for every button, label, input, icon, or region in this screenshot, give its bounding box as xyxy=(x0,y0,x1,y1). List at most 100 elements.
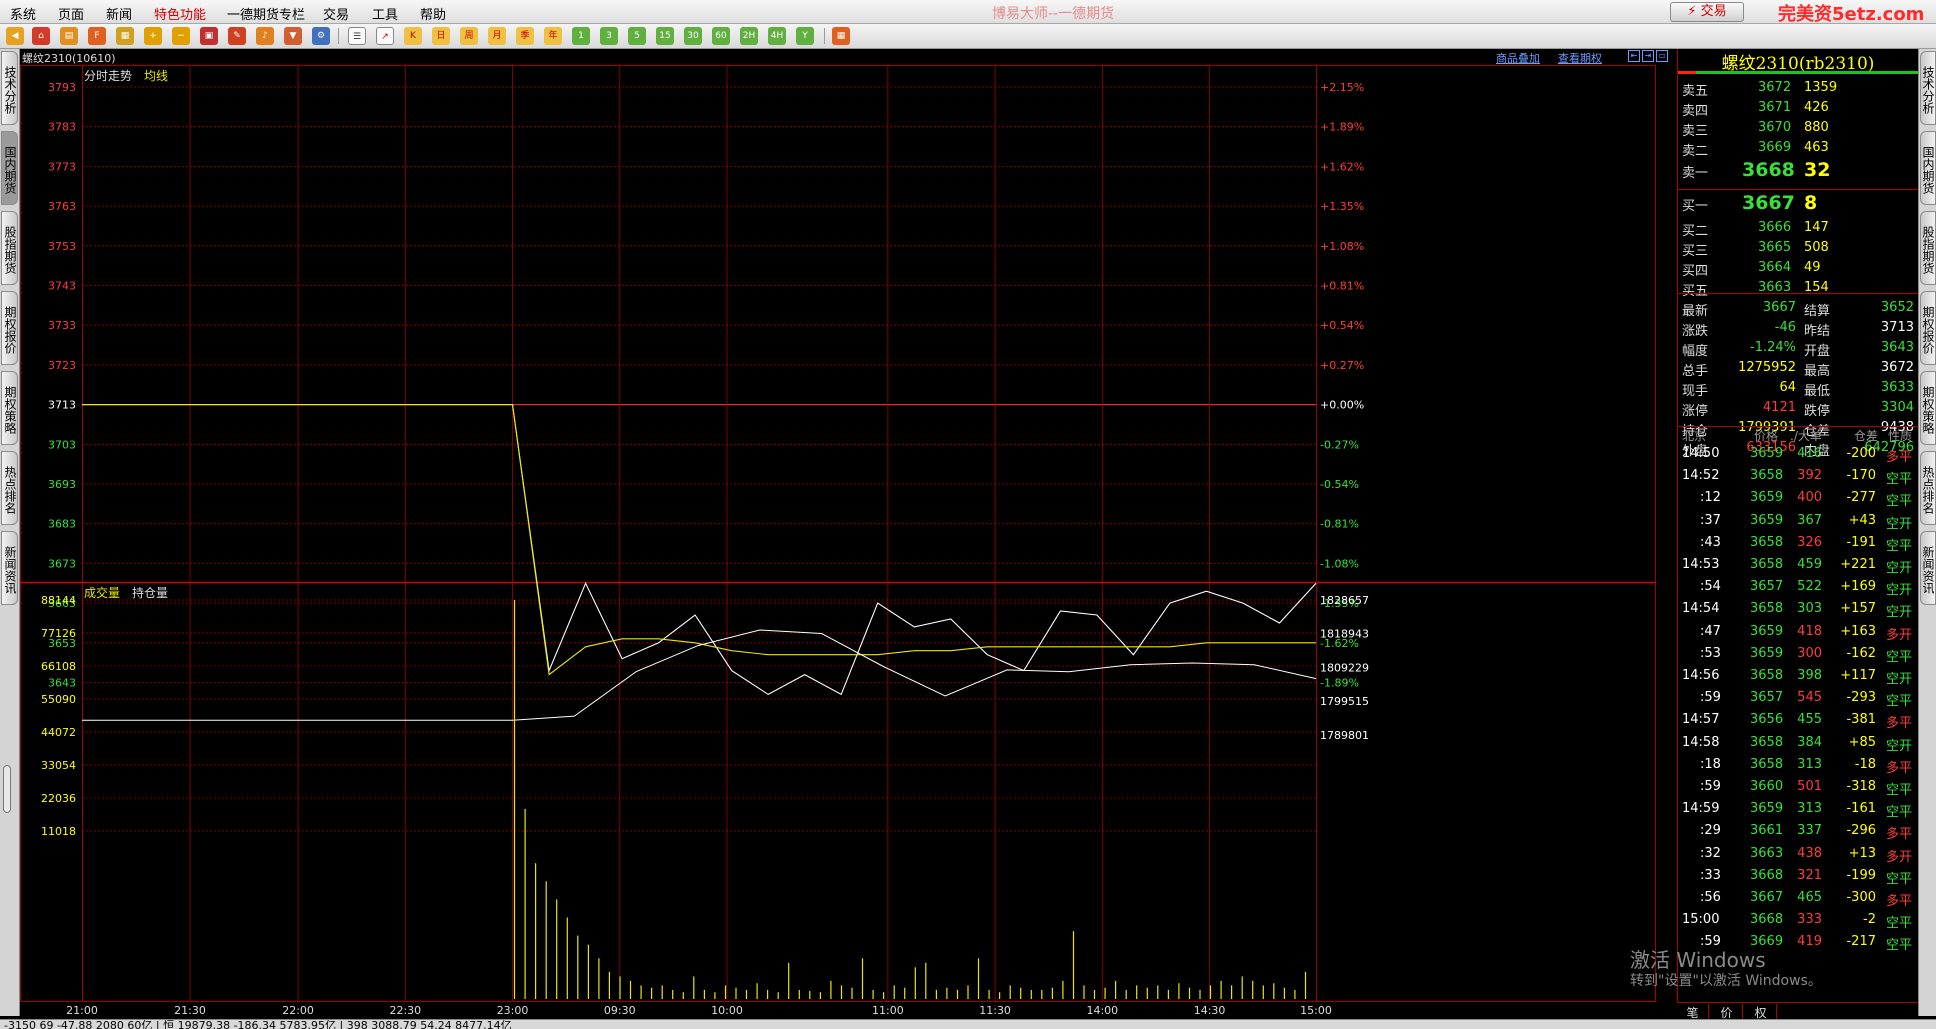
left-tab-hot-rank[interactable]: 热点排名 xyxy=(1,451,18,525)
bid-row[interactable]: 买一 3667 8 xyxy=(1678,192,1919,214)
ask-row[interactable]: 卖一 3668 32 xyxy=(1678,159,1919,181)
right-tab-index-futures[interactable]: 股指期货 xyxy=(1920,211,1936,285)
tick-row[interactable]: 14:58 3658 384 +85 空开 xyxy=(1678,735,1919,754)
tick-row[interactable]: :32 3663 438 +13 多开 xyxy=(1678,846,1919,865)
overlay-link[interactable]: 商品叠加 xyxy=(1496,50,1540,66)
stat-row[interactable]: 最新 3667 结算 3652 xyxy=(1678,300,1919,319)
left-tab-options-quote[interactable]: 期权报价 xyxy=(1,291,18,365)
tick-row[interactable]: :33 3668 321 -199 空平 xyxy=(1678,868,1919,887)
kline-icon[interactable]: K xyxy=(404,27,422,45)
tick-row[interactable]: 14:54 3658 303 +157 空开 xyxy=(1678,601,1919,620)
tick-row[interactable]: :53 3659 300 -162 空平 xyxy=(1678,646,1919,665)
menu-page[interactable]: 页面 xyxy=(58,4,84,23)
draw-icon[interactable]: ✎ xyxy=(228,27,246,45)
page-icon[interactable]: ▤ xyxy=(60,27,78,45)
left-tab-index-futures[interactable]: 股指期货 xyxy=(1,211,18,285)
left-tab-options-strategy[interactable]: 期权策略 xyxy=(1,371,18,445)
tick-row[interactable]: 14:56 3658 398 +117 空开 xyxy=(1678,668,1919,687)
period-3m-button[interactable]: 3 xyxy=(600,27,618,45)
right-tab-options-quote[interactable]: 期权报价 xyxy=(1920,291,1936,365)
chart-svg[interactable]: 3793 +2.15% 3783 +1.89% 3773 +1.62% 3763 +1.35%… xyxy=(20,49,1677,1019)
right-tab-technical[interactable]: 技术分析 xyxy=(1920,51,1936,125)
menu-trade[interactable]: 交易 xyxy=(323,4,349,23)
period-1m-button[interactable]: 1 xyxy=(572,27,590,45)
period-5m-button[interactable]: 5 xyxy=(628,27,646,45)
list-icon[interactable]: ☰ xyxy=(348,27,366,45)
bid-row[interactable]: 买四 3664 49 xyxy=(1678,260,1919,279)
period-day-button[interactable]: 日 xyxy=(432,27,450,45)
zoom-in-icon[interactable]: + xyxy=(144,27,162,45)
tab-price[interactable]: 价 xyxy=(1711,1004,1743,1020)
intraday-chart[interactable]: 3793 +2.15% 3783 +1.89% 3773 +1.62% 3763 +1.35%… xyxy=(20,49,1677,1019)
shrink-icon[interactable]: ⇤ xyxy=(1628,50,1640,62)
bid-row[interactable]: 买五 3663 154 xyxy=(1678,280,1919,299)
right-tab-hot-rank[interactable]: 热点排名 xyxy=(1920,451,1936,525)
tick-row[interactable]: :29 3661 337 -296 多平 xyxy=(1678,823,1919,842)
tick-row[interactable]: :43 3658 326 -191 空平 xyxy=(1678,535,1919,554)
tick-row[interactable]: :59 3657 545 -293 空平 xyxy=(1678,690,1919,709)
options-link[interactable]: 查看期权 xyxy=(1558,50,1602,66)
stat-row[interactable]: 涨跌 -46 昨结 3713 xyxy=(1678,320,1919,339)
right-tab-domestic-futures[interactable]: 国内期货 xyxy=(1920,131,1936,205)
period-year-button[interactable]: 年 xyxy=(544,27,562,45)
period-2h-button[interactable]: 2H xyxy=(740,27,758,45)
trade-button[interactable]: ⚡ 交易 xyxy=(1670,2,1744,22)
menu-tools[interactable]: 工具 xyxy=(372,4,398,23)
stat-row[interactable]: 现手 64 最低 3633 xyxy=(1678,380,1919,399)
tick-row[interactable]: 14:52 3658 392 -170 空平 xyxy=(1678,468,1919,487)
tick-row[interactable]: 14:53 3658 459 +221 空开 xyxy=(1678,557,1919,576)
menu-system[interactable]: 系统 xyxy=(10,4,36,23)
maximize-icon[interactable]: ▭ xyxy=(1656,50,1668,62)
tick-row[interactable]: :18 3658 313 -18 多平 xyxy=(1678,757,1919,776)
period-15m-button[interactable]: 15 xyxy=(656,27,674,45)
stat-row[interactable]: 涨停 4121 跌停 3304 xyxy=(1678,400,1919,419)
left-tab-news[interactable]: 新闻资讯 xyxy=(1,531,18,605)
menu-yide-column[interactable]: 一德期货专栏 xyxy=(227,4,305,23)
menu-news[interactable]: 新闻 xyxy=(106,4,132,23)
bid-row[interactable]: 买二 3666 147 xyxy=(1678,220,1919,239)
intraday-chart-icon[interactable]: ↗ xyxy=(376,27,394,45)
ask-row[interactable]: 卖二 3669 463 xyxy=(1678,140,1919,159)
ask-row[interactable]: 卖五 3672 1359 xyxy=(1678,80,1919,99)
window-icon[interactable]: ▣ xyxy=(200,27,218,45)
tick-row[interactable]: :37 3659 367 +43 空开 xyxy=(1678,513,1919,532)
tick-row[interactable]: 14:57 3656 455 -381 多平 xyxy=(1678,712,1919,731)
alarm-icon[interactable]: ♪ xyxy=(256,27,274,45)
period-60m-button[interactable]: 60 xyxy=(712,27,730,45)
stat-row[interactable]: 总手 1275952 最高 3672 xyxy=(1678,360,1919,379)
calculator-icon[interactable]: ▦ xyxy=(832,27,850,45)
period-4h-button[interactable]: 4H xyxy=(768,27,786,45)
f10-icon[interactable]: F xyxy=(88,27,106,45)
stat-row[interactable]: 幅度 -1.24% 开盘 3643 xyxy=(1678,340,1919,359)
zoom-out-icon[interactable]: − xyxy=(172,27,190,45)
tick-row[interactable]: 15:00 3668 333 -2 空平 xyxy=(1678,912,1919,931)
tick-row[interactable]: :12 3659 400 -277 空平 xyxy=(1678,490,1919,509)
menu-help[interactable]: 帮助 xyxy=(420,4,446,23)
tick-row[interactable]: :56 3667 465 -300 多平 xyxy=(1678,890,1919,909)
right-tab-options-strategy[interactable]: 期权策略 xyxy=(1920,371,1936,445)
tick-row[interactable]: :47 3659 418 +163 多开 xyxy=(1678,624,1919,643)
tick-row[interactable]: :59 3660 501 -318 空平 xyxy=(1678,779,1919,798)
period-quarter-button[interactable]: 季 xyxy=(516,27,534,45)
bid-row[interactable]: 买三 3665 508 xyxy=(1678,240,1919,259)
ask-row[interactable]: 卖三 3670 880 xyxy=(1678,120,1919,139)
filter-icon[interactable]: ▼ xyxy=(284,27,302,45)
period-custom-button[interactable]: Y xyxy=(796,27,814,45)
tick-row[interactable]: 14:59 3659 313 -161 空平 xyxy=(1678,801,1919,820)
tab-ticks[interactable]: 笔 xyxy=(1677,1004,1709,1020)
expand-icon[interactable]: ⇥ xyxy=(1642,50,1654,62)
back-icon[interactable]: ◀ xyxy=(6,27,24,45)
tools-icon[interactable]: ⚙ xyxy=(312,27,330,45)
period-month-button[interactable]: 月 xyxy=(488,27,506,45)
tab-rights[interactable]: 权 xyxy=(1745,1004,1777,1020)
left-tab-domestic-futures[interactable]: 国内期货 xyxy=(1,131,18,205)
menu-features[interactable]: 特色功能 xyxy=(154,4,206,23)
left-tab-technical[interactable]: 技术分析 xyxy=(1,51,18,125)
ask-row[interactable]: 卖四 3671 426 xyxy=(1678,100,1919,119)
home-icon[interactable]: ⌂ xyxy=(32,27,50,45)
tick-row[interactable]: 14:50 3659 416 -200 多平 xyxy=(1678,446,1919,465)
quote-icon[interactable]: ▦ xyxy=(116,27,134,45)
tick-row[interactable]: :54 3657 522 +169 空开 xyxy=(1678,579,1919,598)
period-week-button[interactable]: 周 xyxy=(460,27,478,45)
period-30m-button[interactable]: 30 xyxy=(684,27,702,45)
